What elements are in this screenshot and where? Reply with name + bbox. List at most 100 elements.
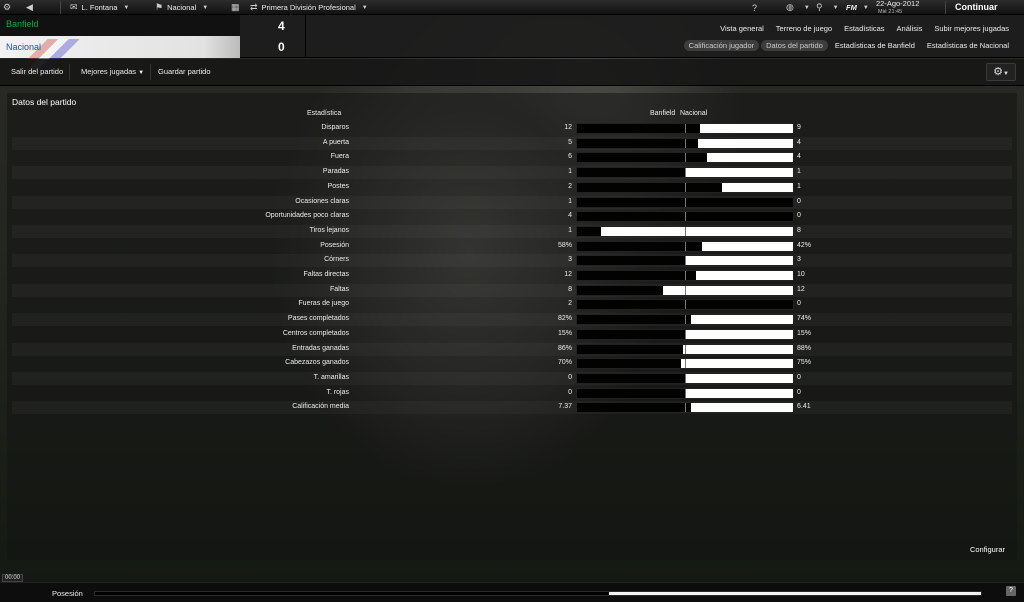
stat-home-fill xyxy=(577,256,685,266)
calendar-icon[interactable]: ▦ xyxy=(231,0,244,15)
stat-away-value: 0 xyxy=(797,212,801,220)
stat-away-value: 75% xyxy=(797,359,812,367)
settings-icon[interactable]: ⚙ xyxy=(3,0,15,15)
stat-row: Faltas 8 12 xyxy=(12,284,1012,297)
help-icon[interactable]: ? xyxy=(752,0,761,15)
stat-comparison-bar xyxy=(576,240,794,252)
stat-home-value: 4 xyxy=(568,212,572,220)
home-score: 4 xyxy=(278,19,285,33)
top-bar: ⚙ ◀ ✉ L. Fontana ▼ ⚑ Nacional ▼ ▦ ⇄ Prim… xyxy=(0,0,1024,15)
club-menu[interactable]: ⚑ Nacional ▼ xyxy=(155,0,208,15)
stat-home-value: 58% xyxy=(557,241,572,249)
tab-datos-del-partido[interactable]: Datos del partido xyxy=(761,40,828,51)
stat-bar-midline xyxy=(685,168,686,178)
stat-label: A puerta xyxy=(322,138,349,146)
stat-home-fill xyxy=(577,315,692,325)
stat-bar-midline xyxy=(685,388,686,398)
stat-row: Disparos 12 9 xyxy=(12,122,1012,135)
stat-bar-midline xyxy=(685,241,686,251)
stat-label: Tiros lejanos xyxy=(309,226,349,234)
stat-comparison-bar xyxy=(576,358,794,370)
stat-label: Calificación media xyxy=(292,403,349,411)
help-icon[interactable]: ? xyxy=(1006,586,1016,596)
stat-home-value: 2 xyxy=(568,182,572,190)
stat-away-value: 1 xyxy=(797,182,801,190)
options-button[interactable]: ⚙▼ xyxy=(986,63,1016,81)
stat-comparison-bar xyxy=(576,284,794,296)
tab-estadisticas-banfield[interactable]: Estadísticas de Banfield xyxy=(830,40,920,51)
stat-bar-midline xyxy=(685,256,686,266)
stat-away-value: 10 xyxy=(797,271,805,278)
stat-bar-midline xyxy=(685,329,686,339)
stat-label: Cabezazos ganados xyxy=(285,359,349,367)
gear-icon: ⚙ xyxy=(993,66,1003,78)
stat-label: Oportunidades poco claras xyxy=(265,212,349,220)
stat-row: Centros completados 15% 15% xyxy=(12,328,1012,341)
tab-subir-mejores-jugadas[interactable]: Subir mejores jugadas xyxy=(929,23,1014,34)
stat-label: Posesión xyxy=(320,241,349,249)
chevron-down-icon: ▼ xyxy=(1002,71,1009,77)
globe-icon[interactable]: ◍ ▼ xyxy=(786,0,810,15)
stat-label: Paradas xyxy=(322,168,349,176)
stat-label: Disparos xyxy=(321,124,349,131)
stat-bar-midline xyxy=(685,373,686,383)
stat-comparison-bar xyxy=(576,167,794,179)
stat-comparison-bar xyxy=(576,372,794,384)
stat-home-fill xyxy=(577,182,722,192)
stat-comparison-bar xyxy=(576,270,794,281)
stat-label: Postes xyxy=(327,182,349,190)
stat-bar-midline xyxy=(685,315,686,325)
stat-away-value: 42% xyxy=(797,241,812,249)
stat-away-value: 3 xyxy=(797,256,801,264)
stat-row: Postes 2 1 xyxy=(12,181,1012,194)
stat-away-value: 0 xyxy=(797,197,801,205)
stat-home-value: 2 xyxy=(568,300,572,308)
stat-comparison-bar xyxy=(576,181,794,193)
search-icon[interactable]: ⚲ ▼ xyxy=(816,0,839,15)
stat-home-fill xyxy=(577,138,698,148)
stat-bar-midline xyxy=(685,359,686,369)
tab-calificacion-jugador[interactable]: Calificación jugador xyxy=(683,40,760,51)
stat-away-value: 6.41 xyxy=(797,403,811,411)
stat-home-value: 1 xyxy=(568,168,572,176)
stat-bar-midline xyxy=(685,285,686,295)
fm-menu[interactable]: FM ▼ xyxy=(846,0,869,15)
stat-comparison-bar xyxy=(576,255,794,267)
back-button[interactable]: ◀ xyxy=(26,0,37,15)
match-clock: 00:00 xyxy=(2,574,24,582)
stat-bar-midline xyxy=(685,403,686,413)
stat-home-fill xyxy=(577,271,696,280)
stat-home-value: 15% xyxy=(557,329,572,337)
highlights-button[interactable]: Mejores jugadas ▼ xyxy=(75,64,152,80)
stat-row: A puerta 5 4 xyxy=(12,137,1012,150)
chevron-down-icon: ▼ xyxy=(138,70,145,76)
stat-label: Faltas directas xyxy=(303,271,349,278)
competition-menu[interactable]: ⇄ Primera División Profesional ▼ xyxy=(250,0,368,15)
stat-label: Fuera xyxy=(330,153,349,161)
save-match-button[interactable]: Guardar partido xyxy=(152,64,217,80)
stat-column-header: Estadística xyxy=(307,110,342,117)
tab-estadisticas-nacional[interactable]: Estadísticas de Nacional xyxy=(922,40,1014,51)
highlights-label: Mejores jugadas xyxy=(81,67,137,76)
tab-analisis[interactable]: Análisis xyxy=(892,23,928,34)
stat-away-value: 9 xyxy=(797,124,801,131)
panel-title: Datos del partido xyxy=(12,97,77,107)
stat-row: Paradas 1 1 xyxy=(12,166,1012,179)
exit-match-button[interactable]: Salir del partido xyxy=(5,64,71,80)
continue-button[interactable]: Continuar xyxy=(955,2,998,12)
away-team-strip[interactable]: Nacional xyxy=(0,36,240,75)
tab-vista-general[interactable]: Vista general xyxy=(715,23,769,34)
stat-home-value: 3 xyxy=(568,256,572,264)
tab-estadisticas[interactable]: Estadísticas xyxy=(839,23,889,34)
competition-name: Primera División Profesional xyxy=(261,3,356,12)
stat-row: Calificación media 7.37 6.41 xyxy=(12,401,1012,414)
home-team-strip[interactable]: Banfield xyxy=(0,15,240,36)
tab-terreno-de-juego[interactable]: Terreno de juego xyxy=(771,23,837,34)
stat-away-value: 88% xyxy=(797,344,812,352)
away-team-name: Nacional xyxy=(6,42,42,52)
manager-menu[interactable]: ✉ L. Fontana ▼ xyxy=(70,0,129,15)
stat-home-value: 86% xyxy=(557,344,572,352)
stat-bar-midline xyxy=(685,138,686,148)
configure-button[interactable]: Configurar xyxy=(970,545,1005,554)
stat-row: Posesión 58% 42% xyxy=(12,240,1012,253)
